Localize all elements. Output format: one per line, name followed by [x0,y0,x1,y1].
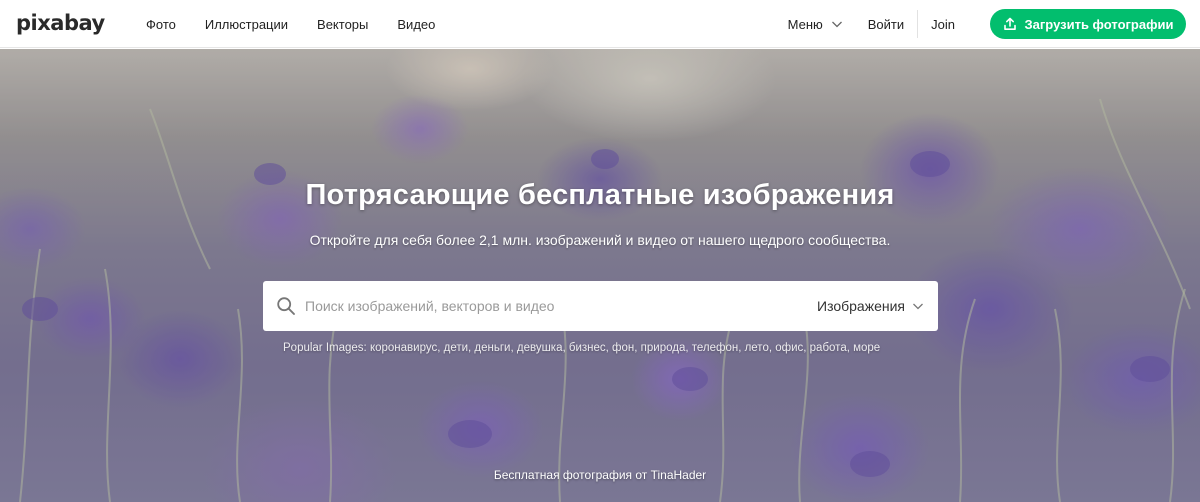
upload-photos-button[interactable]: Загрузить фотографии [990,9,1186,39]
hero-overlay [0,49,1200,502]
popular-search-tags[interactable]: коронавирус, дети, деньги, девушка, бизн… [370,342,880,354]
search-icon[interactable] [276,296,296,316]
login-link[interactable]: Войти [868,17,904,32]
popular-searches-label: Popular Images: [283,342,367,354]
menu-label: Меню [787,16,823,32]
nav-divider [917,10,919,38]
menu-dropdown[interactable]: Меню [788,17,843,32]
nav-vectors-link[interactable]: Векторы [317,17,368,32]
pixabay-logo[interactable]: pixabay [16,10,105,36]
media-type-label: Изображения [817,298,905,314]
popular-searches: Popular Images: коронавирус, дети, деньг… [283,342,983,354]
account-nav: Меню Войти Join Загрузить фотографии [788,0,1186,48]
nav-illustrations-link[interactable]: Иллюстрации [205,17,288,32]
hero-title: Потрясающие бесплатные изображения [305,179,895,211]
photo-credit[interactable]: Бесплатная фотография от TinaHader [0,468,1200,482]
main-nav: Фото Иллюстрации Векторы Видео [146,0,464,48]
chevron-down-icon [913,303,923,310]
hero-banner: Потрясающие бесплатные изображения Откро… [0,49,1200,502]
search-input[interactable] [305,281,805,331]
hero-subtitle: Откройте для себя более 2,1 млн. изображ… [309,232,891,248]
nav-video-link[interactable]: Видео [397,17,435,32]
chevron-down-icon [831,21,842,28]
upload-button-label: Загрузить фотографии [1024,16,1174,32]
nav-photos-link[interactable]: Фото [146,17,176,32]
top-navigation-bar: pixabay Фото Иллюстрации Векторы Видео М… [0,0,1200,48]
upload-icon [1003,17,1016,30]
join-link[interactable]: Join [931,17,955,32]
search-bar: Изображения [263,281,938,331]
media-type-select[interactable]: Изображения [817,281,924,331]
